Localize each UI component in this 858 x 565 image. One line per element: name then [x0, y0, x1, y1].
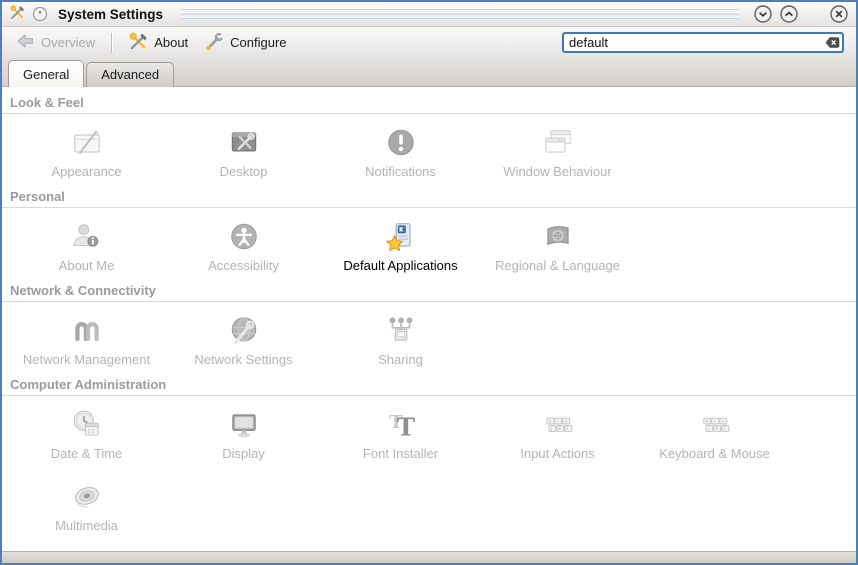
wrench-icon [204, 31, 225, 55]
window-title: System Settings [58, 7, 163, 22]
item-regional-language[interactable]: Regional & Language [479, 208, 636, 280]
section-header-network: Network & Connectivity [2, 280, 856, 302]
clear-search-button[interactable] [824, 34, 841, 51]
item-sharing[interactable]: Sharing [322, 302, 479, 374]
svg-text:i: i [714, 419, 715, 424]
item-notifications[interactable]: Notifications [322, 114, 479, 186]
item-date-time[interactable]: Date & Time [8, 396, 165, 468]
font-installer-icon: T T [383, 407, 419, 443]
svg-text:j: j [550, 426, 552, 431]
default-applications-icon [383, 219, 419, 255]
svg-text:T: T [396, 413, 414, 442]
close-button[interactable] [829, 4, 849, 24]
titlebar: System Settings [2, 2, 856, 26]
network-settings-icon [226, 313, 262, 349]
accessibility-icon [226, 219, 262, 255]
item-appearance[interactable]: Appearance [8, 114, 165, 186]
input-actions-icon: uio jkl [540, 407, 576, 443]
close-x-icon [829, 4, 849, 24]
system-settings-window: System Settings [0, 0, 858, 565]
titlebar-stripes [181, 8, 739, 21]
display-icon [226, 407, 262, 443]
regional-language-icon [540, 219, 576, 255]
app-crossed-tools-icon [9, 4, 26, 24]
section-grid-network: Network Management Network Settings [2, 302, 856, 374]
item-multimedia[interactable]: Multimedia [8, 468, 165, 540]
clear-backspace-icon [824, 34, 841, 51]
notifications-icon [383, 125, 419, 161]
item-font-installer[interactable]: T T Font Installer [322, 396, 479, 468]
item-accessibility[interactable]: Accessibility [165, 208, 322, 280]
svg-text:l: l [724, 426, 725, 431]
item-display[interactable]: Display [165, 396, 322, 468]
statusbar [2, 551, 856, 563]
keyboard-mouse-icon: uio jkl [697, 407, 733, 443]
tab-general[interactable]: General [8, 60, 84, 87]
item-network-management[interactable]: Network Management [8, 302, 165, 374]
window-menu-button[interactable] [32, 6, 48, 22]
section-grid-computer-administration: Date & Time Display T T [2, 396, 856, 540]
section-header-look-and-feel: Look & Feel [2, 92, 856, 114]
multimedia-icon [69, 479, 105, 515]
item-about-me[interactable]: About Me [8, 208, 165, 280]
svg-text:j: j [707, 426, 709, 431]
chevron-up-icon [779, 4, 799, 24]
section-header-computer-administration: Computer Administration [2, 374, 856, 396]
item-network-settings[interactable]: Network Settings [165, 302, 322, 374]
sharing-icon [383, 313, 419, 349]
item-input-actions[interactable]: uio jkl Input Actions [479, 396, 636, 468]
crossed-tools-icon [128, 31, 149, 55]
item-desktop[interactable]: Desktop [165, 114, 322, 186]
item-window-behaviour[interactable]: Window Behaviour [479, 114, 636, 186]
network-management-icon [69, 313, 105, 349]
minimize-button[interactable] [753, 4, 773, 24]
section-grid-personal: About Me Accessibility [2, 208, 856, 280]
back-arrow-icon [16, 31, 36, 54]
chevron-down-icon [753, 4, 773, 24]
overview-button[interactable]: Overview [10, 28, 101, 57]
about-me-icon [69, 219, 105, 255]
toolbar: Overview About [2, 26, 856, 58]
date-time-icon [69, 407, 105, 443]
configure-button[interactable]: Configure [198, 28, 292, 58]
item-default-applications[interactable]: Default Applications [322, 208, 479, 280]
appearance-icon [69, 125, 105, 161]
search-field-wrap [562, 32, 844, 53]
settings-content: Look & Feel Appearance [2, 87, 856, 551]
maximize-button[interactable] [779, 4, 799, 24]
svg-text:i: i [557, 419, 558, 424]
section-header-personal: Personal [2, 186, 856, 208]
tab-advanced[interactable]: Advanced [86, 62, 174, 87]
item-keyboard-mouse[interactable]: uio jkl Keyboard & Mouse [636, 396, 793, 468]
search-input[interactable] [562, 32, 844, 53]
desktop-icon [226, 125, 262, 161]
about-button[interactable]: About [122, 28, 194, 58]
svg-text:l: l [567, 426, 568, 431]
window-behaviour-icon [540, 125, 576, 161]
section-grid-look-and-feel: Appearance Desktop [2, 114, 856, 186]
tabbar: General Advanced [2, 58, 856, 87]
toolbar-separator [111, 33, 112, 53]
